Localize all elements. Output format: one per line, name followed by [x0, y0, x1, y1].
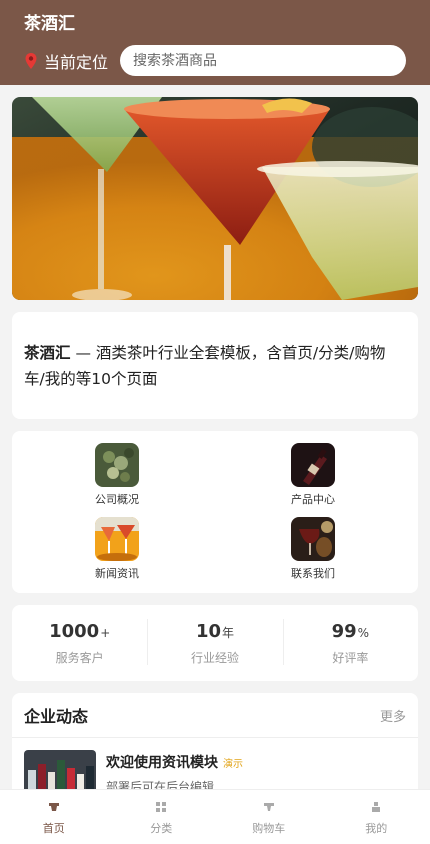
stat-value: 1000 [49, 621, 100, 642]
stat-customers: 1000+ 服务客户 [12, 605, 147, 681]
category-icon [156, 802, 167, 812]
tab-label: 购物车 [252, 822, 286, 835]
grid-item-company[interactable]: 公司概况 [67, 443, 167, 507]
grid-label: 联系我们 [291, 567, 335, 580]
news-item-tag: 演示 [223, 759, 243, 770]
grid-label: 公司概况 [95, 493, 139, 506]
grid-item-news[interactable]: 新闻资讯 [67, 517, 167, 581]
cocktail-icon [95, 517, 139, 561]
location-button[interactable]: 当前定位 [24, 49, 108, 73]
news-header: 企业动态 更多 [12, 693, 418, 738]
bottom-tab-bar: 首页 分类 购物车 我的 [0, 789, 430, 844]
wine-glass-icon [291, 517, 335, 561]
stat-unit: + [100, 626, 111, 640]
intro-text: — 酒类茶叶行业全套模板，含首页/分类/购物车/我的等10个页面 [24, 344, 386, 388]
location-label: 当前定位 [44, 52, 109, 72]
stat-label: 行业经验 [190, 651, 239, 665]
hero-banner[interactable] [12, 97, 418, 300]
grape-vine-icon [95, 443, 139, 487]
stat-rating: 99% 好评率 [282, 605, 418, 681]
stat-value: 10 [195, 621, 222, 642]
cart-icon [263, 803, 274, 811]
top-header: 茶酒汇 当前定位 [0, 0, 430, 85]
intro-card: 茶酒汇 — 酒类茶叶行业全套模板，含首页/分类/购物车/我的等10个页面 [12, 312, 418, 419]
news-section-title: 企业动态 [24, 707, 89, 726]
tab-label: 首页 [42, 822, 65, 835]
stat-label: 好评率 [332, 651, 369, 665]
header-row: 当前定位 [24, 45, 406, 76]
grid-label: 产品中心 [291, 493, 335, 506]
grid-item-contact[interactable]: 联系我们 [263, 517, 363, 581]
grid-label: 新闻资讯 [95, 567, 139, 580]
feature-grid: 公司概况 产品中心 新闻资讯 联系我们 [12, 431, 418, 593]
intro-brand: 茶酒汇 [24, 344, 71, 362]
stat-value: 99 [331, 621, 357, 642]
news-more-link[interactable]: 更多 [380, 706, 406, 725]
tab-category[interactable]: 分类 [108, 790, 216, 844]
user-icon [372, 802, 381, 812]
location-pin-icon [25, 52, 37, 69]
tab-label: 我的 [365, 822, 388, 835]
tab-label: 分类 [150, 822, 173, 835]
news-item-title-text: 欢迎使用资讯模块 [106, 755, 218, 771]
tab-cart[interactable]: 购物车 [215, 790, 323, 844]
stat-unit: % [357, 626, 370, 640]
tab-home[interactable]: 首页 [0, 790, 108, 844]
news-item-title: 欢迎使用资讯模块 演示 [106, 752, 243, 772]
stat-label: 服务客户 [55, 651, 104, 665]
grid-item-products[interactable]: 产品中心 [263, 443, 363, 507]
stat-unit: 年 [222, 626, 235, 640]
stats-card: 1000+ 服务客户 10年 行业经验 99% 好评率 [12, 605, 418, 681]
search-input[interactable] [120, 45, 406, 76]
app-title: 茶酒汇 [24, 14, 75, 34]
cocktail-banner-image [12, 97, 418, 300]
stat-experience: 10年 行业经验 [147, 605, 282, 681]
wine-bottle-icon [291, 443, 335, 487]
tab-profile[interactable]: 我的 [323, 790, 430, 844]
home-icon [48, 803, 59, 811]
